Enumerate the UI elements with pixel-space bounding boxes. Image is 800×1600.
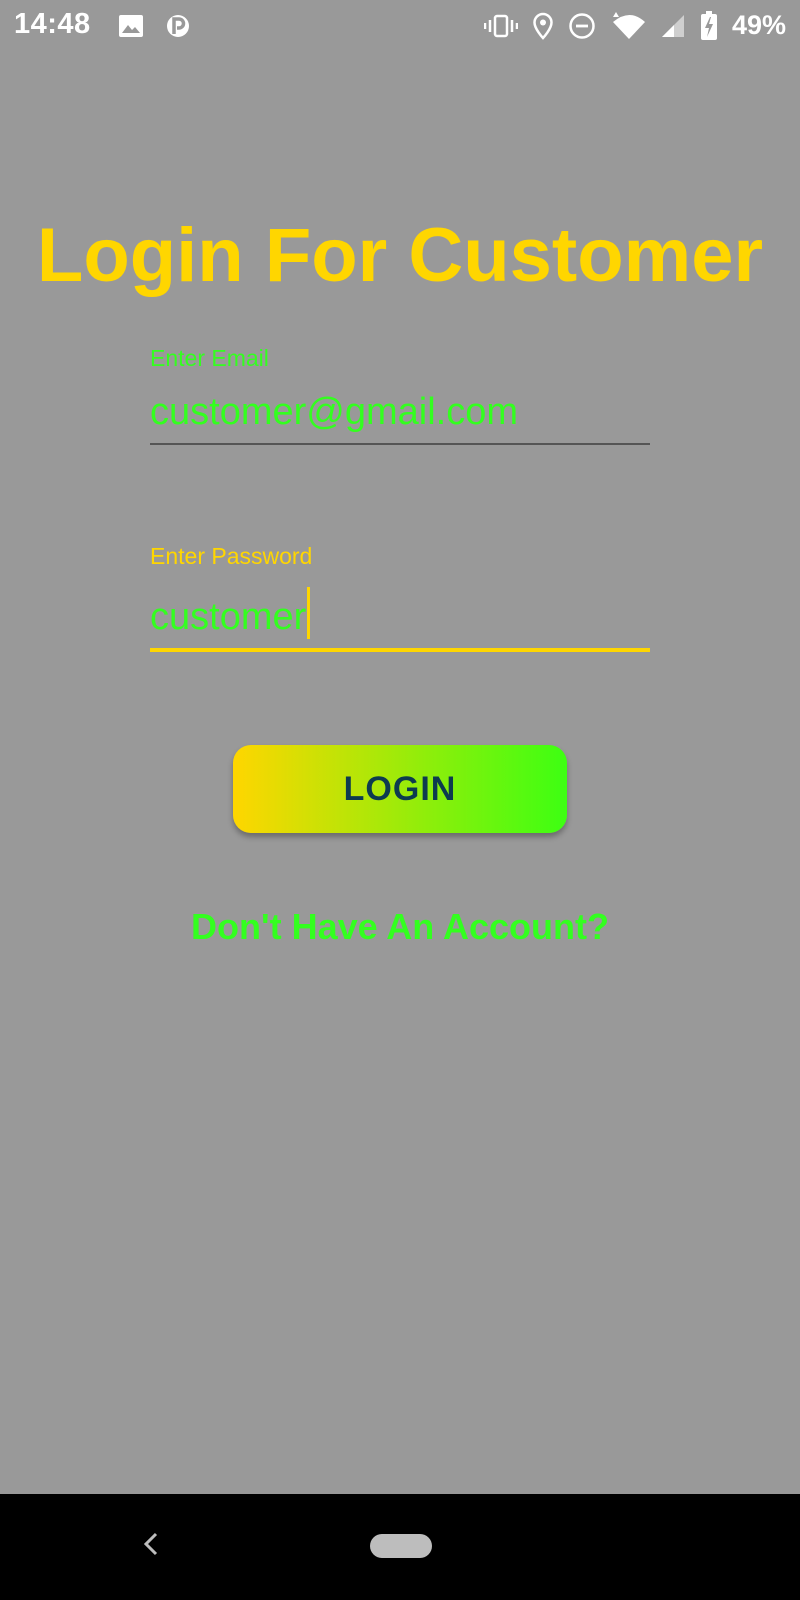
password-field[interactable]: Enter Password customer xyxy=(150,543,650,652)
notification-icons xyxy=(118,12,190,40)
password-input[interactable]: customer xyxy=(150,587,650,652)
signal-icon xyxy=(660,13,686,39)
location-icon xyxy=(532,12,554,40)
vibrate-icon xyxy=(483,13,518,39)
text-cursor xyxy=(307,587,311,639)
battery-percentage: 49% xyxy=(731,10,786,40)
do-not-disturb-icon xyxy=(568,12,596,40)
back-icon[interactable] xyxy=(140,1529,162,1564)
password-input-value: customer xyxy=(150,596,307,638)
login-button[interactable]: LOGIN xyxy=(233,745,567,833)
system-icons: 49% xyxy=(483,10,786,41)
parking-icon xyxy=(166,12,190,40)
home-pill-icon[interactable] xyxy=(370,1534,432,1558)
email-input[interactable]: customer@gmail.com xyxy=(150,389,650,445)
navigation-bar xyxy=(0,1494,800,1600)
image-icon xyxy=(118,14,144,38)
register-link[interactable]: Don't Have An Account? xyxy=(0,906,800,948)
password-label: Enter Password xyxy=(150,543,313,569)
status-time: 14:48 xyxy=(14,8,91,40)
email-field[interactable]: Enter Email customer@gmail.com xyxy=(150,345,650,445)
battery-icon xyxy=(700,10,718,41)
email-input-value: customer@gmail.com xyxy=(150,391,518,433)
status-bar: 14:48 49% xyxy=(0,0,800,56)
wifi-icon xyxy=(610,11,646,40)
login-screen: 14:48 49% Login For Customer Enter Email… xyxy=(0,0,800,1600)
login-button-label: LOGIN xyxy=(343,769,457,808)
page-title: Login For Customer xyxy=(36,213,764,298)
email-label: Enter Email xyxy=(150,345,269,371)
